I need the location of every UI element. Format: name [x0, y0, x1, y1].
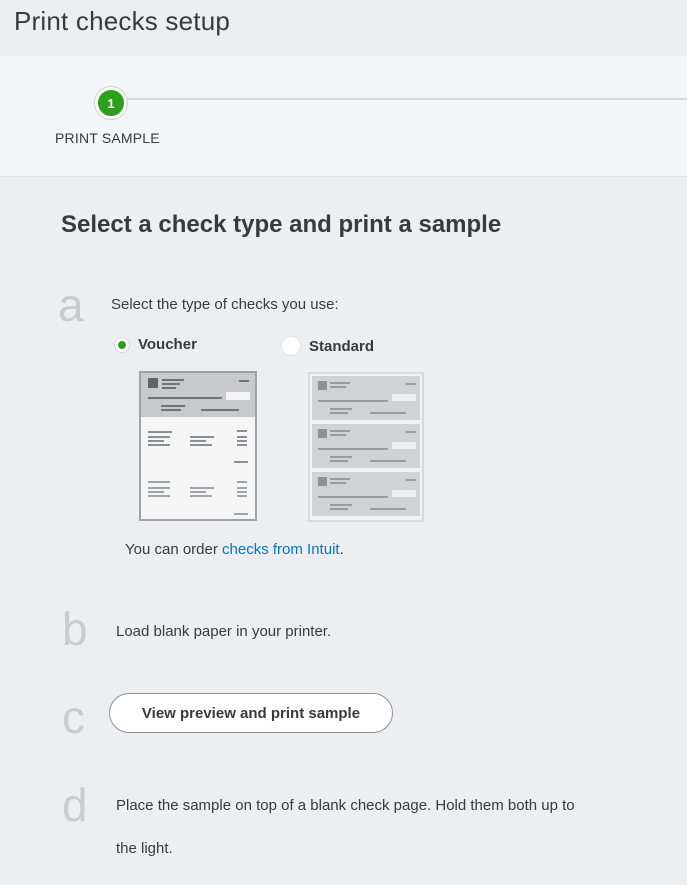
step-indicator: 1 — [95, 87, 127, 119]
radio-standard[interactable]: Standard — [281, 336, 374, 356]
step-letter-c: c — [62, 691, 85, 743]
checks-from-intuit-link[interactable]: checks from Intuit — [222, 541, 340, 558]
radio-voucher[interactable]: Voucher — [114, 336, 197, 353]
order-checks-text: You can order checks from Intuit. — [125, 541, 344, 558]
place-sample-text-line1: Place the sample on top of a blank check… — [116, 797, 575, 814]
stepper-track — [110, 98, 687, 100]
page-title: Print checks setup — [14, 6, 231, 36]
voucher-check-illustration — [141, 373, 255, 515]
section-heading: Select a check type and print a sample — [61, 211, 502, 238]
step-label: PRINT SAMPLE — [55, 130, 160, 146]
radio-voucher-label: Voucher — [138, 336, 197, 353]
radio-unselected-icon[interactable] — [281, 336, 301, 356]
check-type-prompt: Select the type of checks you use: — [111, 296, 339, 313]
step-letter-b: b — [62, 603, 88, 655]
standard-check-illustration — [312, 376, 420, 516]
voucher-check-thumbnail[interactable] — [139, 371, 257, 521]
place-sample-text-line2: the light. — [116, 840, 173, 857]
step-letter-a: a — [58, 279, 84, 331]
order-text-suffix: . — [339, 541, 344, 558]
step-letter-d: d — [62, 779, 88, 831]
order-text-prefix: You can order — [125, 541, 223, 558]
view-preview-print-sample-button[interactable]: View preview and print sample — [109, 693, 393, 733]
standard-check-thumbnail[interactable] — [308, 372, 424, 522]
radio-selected-icon[interactable] — [114, 336, 130, 353]
radio-standard-label: Standard — [309, 337, 375, 355]
load-paper-text: Load blank paper in your printer. — [116, 623, 332, 640]
